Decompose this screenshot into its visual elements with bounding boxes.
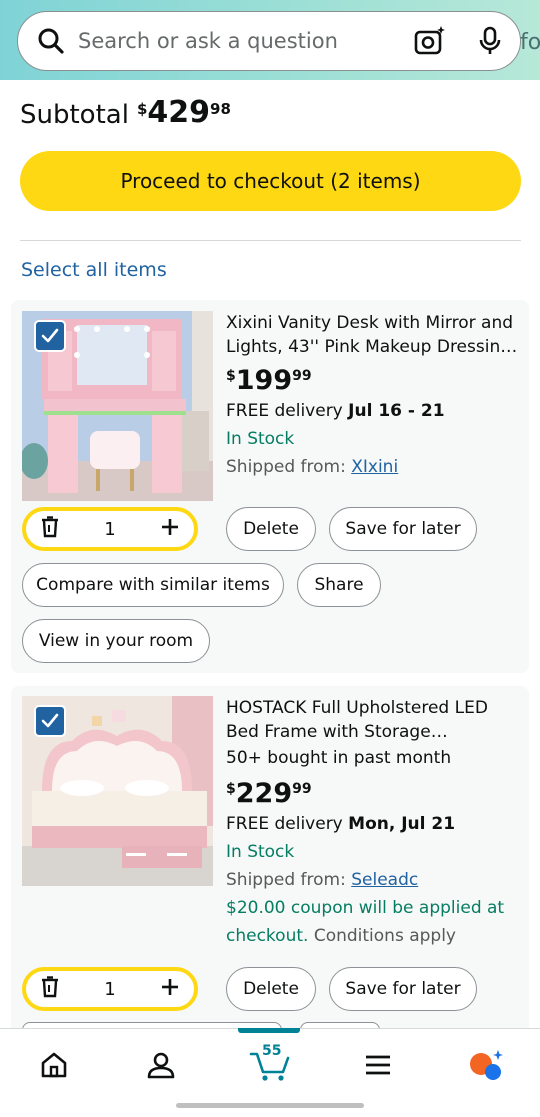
quantity-value: 1 — [104, 518, 116, 540]
item-title[interactable]: Xixini Vanity Desk with Mirror and Light… — [226, 311, 521, 359]
delete-button[interactable]: Delete — [226, 967, 316, 1011]
rufus-assistant-icon[interactable] — [466, 1047, 506, 1083]
subtotal-currency: $ — [136, 100, 148, 118]
item-info: HOSTACK Full Upholstered LED Bed Frame w… — [226, 696, 521, 950]
header-tail-text: fo — [520, 30, 540, 55]
shipped-from-label: Shipped from: — [226, 870, 346, 890]
item-price: $ 199 99 — [226, 365, 521, 397]
checkmark-icon — [41, 328, 59, 343]
quantity-stepper: 1 — [22, 967, 198, 1011]
social-proof: 50+ bought in past month — [226, 748, 452, 768]
price-whole: 199 — [235, 365, 293, 396]
plus-icon[interactable] — [160, 517, 180, 541]
delivery-prefix: FREE delivery — [226, 401, 343, 421]
proceed-to-checkout-button[interactable]: Proceed to checkout (2 items) — [20, 151, 521, 211]
item-title[interactable]: HOSTACK Full Upholstered LED Bed Frame w… — [226, 696, 521, 744]
save-for-later-button[interactable]: Save for later — [329, 967, 477, 1011]
subtotal: Subtotal $ 429 98 — [20, 95, 231, 131]
subtotal-amount: 429 — [147, 95, 211, 130]
trash-icon[interactable] — [40, 976, 60, 1002]
stock-status: In Stock — [226, 429, 295, 449]
compare-similar-button[interactable]: Compare with similar items — [22, 563, 284, 607]
price-fraction: 99 — [292, 781, 312, 797]
divider — [20, 240, 521, 241]
cart-count-badge: 55 — [262, 1043, 282, 1059]
plus-icon[interactable] — [160, 977, 180, 1001]
item-checkbox[interactable] — [34, 705, 66, 737]
subtotal-fraction: 98 — [210, 100, 231, 118]
coupon-info: $20.00 coupon will be applied at checkou… — [226, 894, 521, 950]
share-button[interactable]: Share — [297, 563, 381, 607]
price-currency: $ — [226, 368, 236, 384]
view-in-room-button[interactable]: View in your room — [22, 619, 210, 663]
cart-item: Xixini Vanity Desk with Mirror and Light… — [11, 300, 529, 673]
quantity-stepper: 1 — [22, 507, 198, 551]
cart-item: HOSTACK Full Upholstered LED Bed Frame w… — [11, 686, 529, 1046]
item-price: $ 229 99 — [226, 778, 521, 810]
price-fraction: 99 — [292, 368, 312, 384]
active-tab-indicator — [238, 1028, 300, 1033]
menu-icon[interactable] — [358, 1047, 398, 1083]
shipped-from-label: Shipped from: — [226, 457, 346, 477]
delete-button[interactable]: Delete — [226, 507, 316, 551]
search-bar[interactable]: Search or ask a question — [17, 11, 521, 71]
shipped-from: Shipped from: Seleadc — [226, 866, 521, 894]
delivery-info: FREE delivery Mon, Jul 21 — [226, 810, 521, 838]
microphone-icon[interactable] — [476, 25, 504, 57]
checkmark-icon — [41, 713, 59, 728]
home-icon[interactable] — [34, 1047, 74, 1083]
stock-status: In Stock — [226, 842, 295, 862]
shipped-from: Shipped from: XIxini — [226, 453, 521, 481]
delivery-prefix: FREE delivery — [226, 814, 343, 834]
seller-link[interactable]: XIxini — [351, 457, 398, 477]
price-currency: $ — [226, 781, 236, 797]
item-checkbox[interactable] — [34, 320, 66, 352]
account-icon[interactable] — [141, 1047, 181, 1083]
select-all-link[interactable]: Select all items — [21, 259, 167, 281]
header-bar: Search or ask a question fo — [0, 0, 540, 80]
delivery-date: Jul 16 - 21 — [348, 401, 445, 421]
search-input[interactable]: Search or ask a question — [78, 29, 414, 53]
home-indicator — [176, 1103, 364, 1108]
subtotal-label: Subtotal — [20, 100, 129, 130]
coupon-conditions-link[interactable]: Conditions apply — [314, 926, 456, 946]
camera-search-icon[interactable] — [414, 25, 446, 57]
item-info: Xixini Vanity Desk with Mirror and Light… — [226, 311, 521, 481]
delivery-date: Mon, Jul 21 — [348, 814, 456, 834]
trash-icon[interactable] — [40, 516, 60, 542]
save-for-later-button[interactable]: Save for later — [329, 507, 477, 551]
delivery-info: FREE delivery Jul 16 - 21 — [226, 397, 521, 425]
search-icon — [36, 26, 66, 56]
quantity-value: 1 — [104, 978, 116, 1000]
seller-link[interactable]: Seleadc — [351, 870, 418, 890]
price-whole: 229 — [235, 778, 293, 809]
